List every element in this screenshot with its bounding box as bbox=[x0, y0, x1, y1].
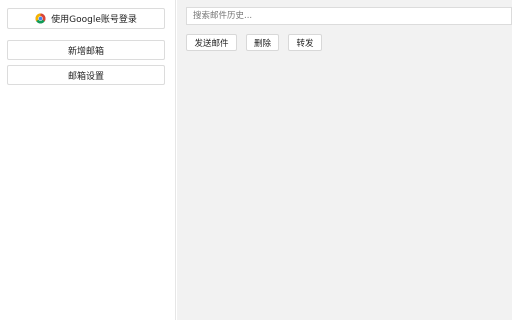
delete-label: 删除 bbox=[253, 38, 271, 49]
search-input[interactable] bbox=[186, 7, 512, 25]
add-mailbox-label: 新增邮箱 bbox=[67, 46, 104, 57]
forward-button[interactable]: 转发 bbox=[288, 34, 322, 51]
google-login-label: 使用Google账号登录 bbox=[51, 15, 137, 25]
google-login-button[interactable]: 使用Google账号登录 bbox=[7, 8, 165, 29]
mailbox-settings-label: 邮箱设置 bbox=[67, 71, 104, 82]
chrome-icon bbox=[35, 13, 46, 24]
delete-button[interactable]: 删除 bbox=[246, 34, 279, 51]
main-panel: 发送邮件 删除 转发 bbox=[177, 0, 512, 320]
add-mailbox-button[interactable]: 新增邮箱 bbox=[7, 40, 165, 60]
mailbox-settings-button[interactable]: 邮箱设置 bbox=[7, 65, 165, 85]
forward-label: 转发 bbox=[296, 38, 314, 49]
sidebar: 使用Google账号登录 新增邮箱 邮箱设置 bbox=[0, 0, 176, 320]
send-email-label: 发送邮件 bbox=[194, 38, 229, 49]
send-email-button[interactable]: 发送邮件 bbox=[186, 34, 237, 51]
